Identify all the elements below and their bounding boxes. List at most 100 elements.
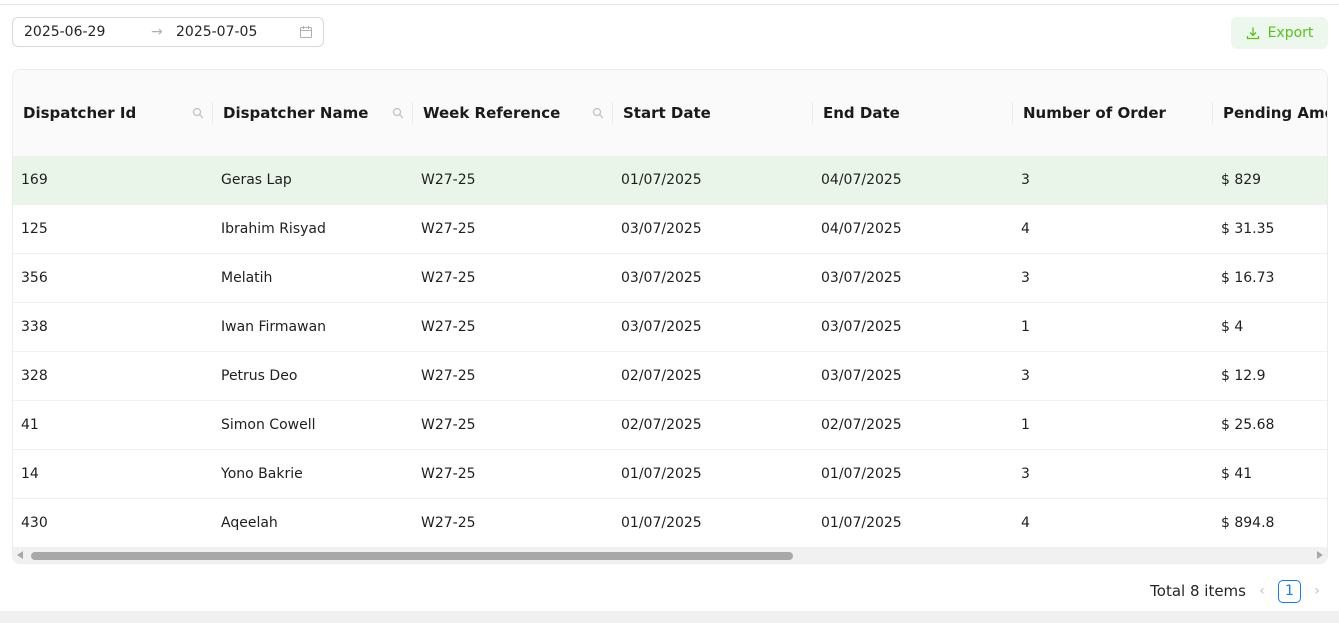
horizontal-scrollbar[interactable] xyxy=(13,548,1327,563)
start-date-input[interactable]: 2025-06-29 xyxy=(24,24,105,40)
cell-end-date: 03/07/2025 xyxy=(821,319,902,335)
cell-dispatcher-id: 328 xyxy=(21,368,48,384)
cell-end-date: 01/07/2025 xyxy=(821,515,902,531)
cell-week-reference: W27-25 xyxy=(421,221,476,237)
cell-dispatcher-id: 14 xyxy=(21,466,39,482)
cell-dispatcher-name: Geras Lap xyxy=(221,172,292,188)
column-header-dispatcher-name[interactable]: Dispatcher Name xyxy=(213,70,413,156)
page-button-current[interactable]: 1 xyxy=(1278,579,1301,603)
export-button[interactable]: Export xyxy=(1231,17,1328,49)
cell-start-date: 03/07/2025 xyxy=(621,221,702,237)
column-header-label: Dispatcher Name xyxy=(223,104,369,122)
cell-start-date: 01/07/2025 xyxy=(621,515,702,531)
search-icon[interactable] xyxy=(592,107,604,119)
cell-dispatcher-name: Melatih xyxy=(221,270,273,286)
next-page-icon[interactable]: › xyxy=(1309,583,1325,599)
cell-end-date: 03/07/2025 xyxy=(821,270,902,286)
cell-end-date: 04/07/2025 xyxy=(821,221,902,237)
search-icon[interactable] xyxy=(392,107,404,119)
table-row[interactable]: 169 Geras Lap W27-25 01/07/2025 04/07/2025 3 $… xyxy=(13,156,1327,205)
cell-start-date: 01/07/2025 xyxy=(621,466,702,482)
prev-page-icon[interactable]: ‹ xyxy=(1254,583,1270,599)
table-header: Dispatcher Id Dispatcher Name Week Refer… xyxy=(13,70,1327,157)
cell-week-reference: W27-25 xyxy=(421,417,476,433)
export-label: Export xyxy=(1267,25,1314,41)
table-row[interactable]: 328 Petrus Deo W27-25 02/07/2025 03/07/2025 3… xyxy=(13,352,1327,401)
table-row[interactable]: 41 Simon Cowell W27-25 02/07/2025 02/07/2025… xyxy=(13,401,1327,450)
column-header-label: Week Reference xyxy=(423,104,561,122)
cell-pending-amount: $ 4 xyxy=(1221,319,1244,335)
cell-end-date: 01/07/2025 xyxy=(821,466,902,482)
cell-start-date: 01/07/2025 xyxy=(621,172,702,188)
cell-dispatcher-name: Petrus Deo xyxy=(221,368,298,384)
table-row[interactable]: 14 Yono Bakrie W27-25 01/07/2025 01/07/2025 3… xyxy=(13,450,1327,499)
cell-number-of-order: 4 xyxy=(1021,515,1030,531)
cell-week-reference: W27-25 xyxy=(421,368,476,384)
cell-dispatcher-id: 430 xyxy=(21,515,48,531)
cell-week-reference: W27-25 xyxy=(421,319,476,335)
column-header-pending-amount[interactable]: Pending Amou xyxy=(1213,70,1327,156)
cell-number-of-order: 3 xyxy=(1021,368,1030,384)
scroll-left-icon[interactable] xyxy=(17,551,23,559)
cell-pending-amount: $ 12.9 xyxy=(1221,368,1266,384)
cell-start-date: 02/07/2025 xyxy=(621,368,702,384)
cell-dispatcher-id: 41 xyxy=(21,417,39,433)
column-header-label: Pending Amou xyxy=(1223,104,1327,122)
scrollbar-thumb[interactable] xyxy=(31,552,793,560)
cell-dispatcher-id: 125 xyxy=(21,221,48,237)
total-items-label: Total 8 items xyxy=(1150,582,1246,600)
cell-pending-amount: $ 41 xyxy=(1221,466,1253,482)
scroll-right-icon[interactable] xyxy=(1317,551,1323,559)
cell-number-of-order: 1 xyxy=(1021,417,1030,433)
download-icon xyxy=(1246,27,1259,40)
cell-dispatcher-name: Aqeelah xyxy=(221,515,278,531)
cell-pending-amount: $ 25.68 xyxy=(1221,417,1275,433)
search-icon[interactable] xyxy=(192,107,204,119)
column-header-start-date[interactable]: Start Date xyxy=(613,70,813,156)
date-range-picker[interactable]: 2025-06-29 → 2025-07-05 xyxy=(12,17,324,47)
column-header-label: Dispatcher Id xyxy=(23,104,137,122)
cell-dispatcher-id: 356 xyxy=(21,270,48,286)
cell-number-of-order: 1 xyxy=(1021,319,1030,335)
cell-dispatcher-id: 338 xyxy=(21,319,48,335)
dispatcher-table: Dispatcher Id Dispatcher Name Week Refer… xyxy=(12,69,1328,564)
cell-end-date: 04/07/2025 xyxy=(821,172,902,188)
cell-pending-amount: $ 894.8 xyxy=(1221,515,1275,531)
cell-start-date: 02/07/2025 xyxy=(621,417,702,433)
cell-end-date: 03/07/2025 xyxy=(821,368,902,384)
end-date-input[interactable]: 2025-07-05 xyxy=(176,24,257,40)
cell-week-reference: W27-25 xyxy=(421,466,476,482)
pagination: Total 8 items ‹ 1 › xyxy=(1150,579,1325,603)
cell-dispatcher-name: Simon Cowell xyxy=(221,417,316,433)
cell-number-of-order: 3 xyxy=(1021,466,1030,482)
cell-week-reference: W27-25 xyxy=(421,172,476,188)
cell-pending-amount: $ 31.35 xyxy=(1221,221,1275,237)
cell-start-date: 03/07/2025 xyxy=(621,319,702,335)
range-arrow-icon: → xyxy=(151,24,163,40)
cell-dispatcher-name: Ibrahim Risyad xyxy=(221,221,326,237)
column-header-label: End Date xyxy=(823,104,900,122)
column-header-number-of-order[interactable]: Number of Order xyxy=(1013,70,1213,156)
column-header-end-date[interactable]: End Date xyxy=(813,70,1013,156)
cell-dispatcher-id: 169 xyxy=(21,172,48,188)
cell-dispatcher-name: Iwan Firmawan xyxy=(221,319,327,335)
table-row[interactable]: 430 Aqeelah W27-25 01/07/2025 01/07/2025 4 $ 8… xyxy=(13,499,1327,548)
cell-pending-amount: $ 16.73 xyxy=(1221,270,1275,286)
table-row[interactable]: 338 Iwan Firmawan W27-25 03/07/2025 03/07/20… xyxy=(13,303,1327,352)
column-header-dispatcher-id[interactable]: Dispatcher Id xyxy=(13,70,213,156)
cell-number-of-order: 4 xyxy=(1021,221,1030,237)
cell-number-of-order: 3 xyxy=(1021,172,1030,188)
column-header-label: Number of Order xyxy=(1023,104,1166,122)
cell-week-reference: W27-25 xyxy=(421,270,476,286)
column-header-label: Start Date xyxy=(623,104,711,122)
calendar-icon[interactable] xyxy=(299,25,313,39)
cell-start-date: 03/07/2025 xyxy=(621,270,702,286)
footer-band xyxy=(0,611,1339,623)
table-row[interactable]: 356 Melatih W27-25 03/07/2025 03/07/2025 3 $ 1… xyxy=(13,254,1327,303)
cell-end-date: 02/07/2025 xyxy=(821,417,902,433)
column-header-week-reference[interactable]: Week Reference xyxy=(413,70,613,156)
top-divider xyxy=(0,4,1339,5)
table-row[interactable]: 125 Ibrahim Risyad W27-25 03/07/2025 04/07/2… xyxy=(13,205,1327,254)
cell-dispatcher-name: Yono Bakrie xyxy=(221,466,303,482)
cell-number-of-order: 3 xyxy=(1021,270,1030,286)
